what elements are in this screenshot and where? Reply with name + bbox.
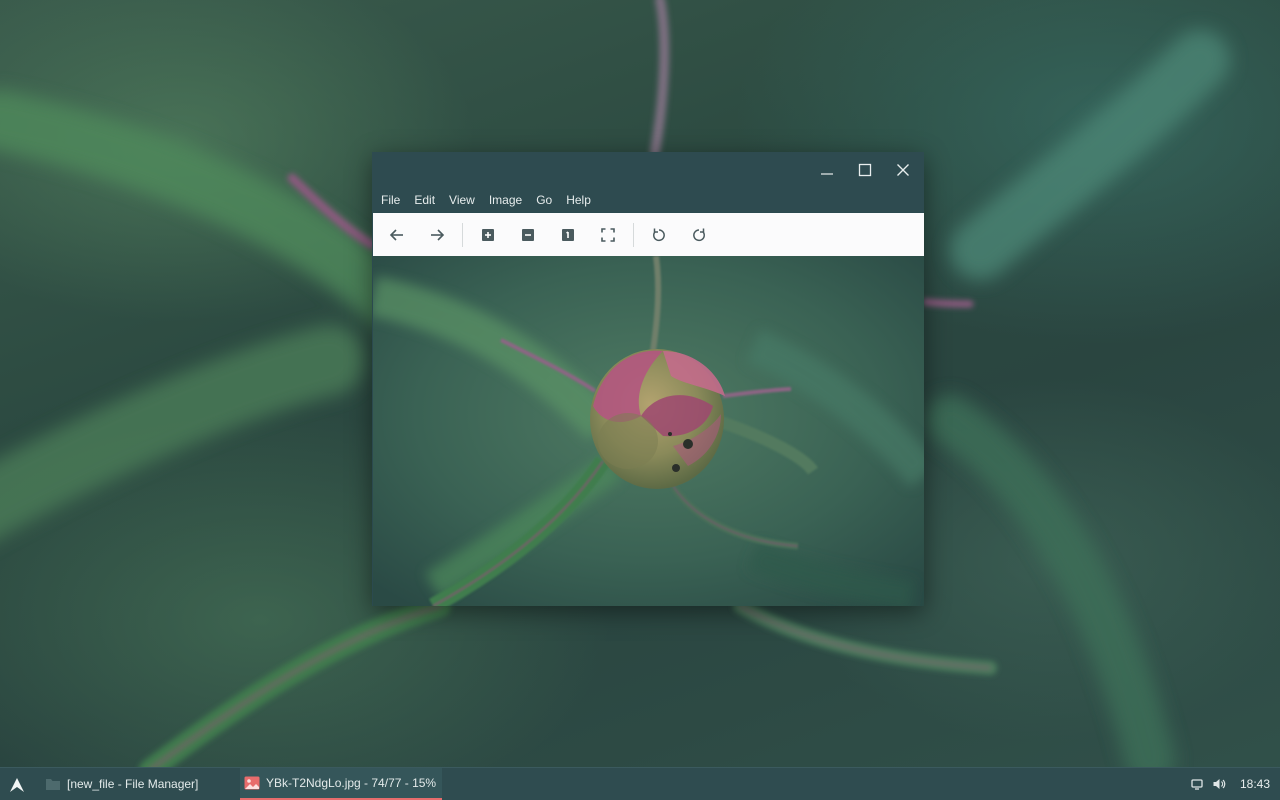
- fit-to-window-button[interactable]: [594, 221, 622, 249]
- taskbar-item-image-viewer[interactable]: YBk-T2NdgLo.jpg - 74/77 - 15%: [240, 768, 442, 800]
- image-file-icon: [244, 776, 260, 790]
- menu-go[interactable]: Go: [529, 188, 559, 212]
- taskbar: [new_file - File Manager] YBk-T2NdgLo.jp…: [0, 767, 1280, 800]
- toolbar: [373, 213, 924, 256]
- display-icon[interactable]: [1190, 777, 1204, 791]
- zoom-out-icon: [522, 228, 534, 241]
- image-canvas[interactable]: [373, 256, 924, 606]
- fit-to-window-icon: [601, 227, 615, 242]
- rotate-right-button[interactable]: [685, 221, 713, 249]
- menu-file[interactable]: File: [374, 188, 407, 212]
- menu-edit[interactable]: Edit: [407, 188, 442, 212]
- taskbar-item-label: [new_file - File Manager]: [67, 777, 199, 791]
- system-tray: 18:43: [1190, 768, 1280, 800]
- image-viewer-window: File Edit View Image Go Help: [372, 152, 924, 606]
- minimize-button[interactable]: [813, 156, 841, 184]
- app-launcher-button[interactable]: [4, 772, 30, 798]
- maximize-button[interactable]: [851, 156, 879, 184]
- toolbar-separator: [633, 222, 634, 247]
- zoom-in-icon: [482, 228, 494, 241]
- close-icon: [897, 164, 909, 176]
- rotate-right-icon: [693, 228, 705, 241]
- rotate-left-button[interactable]: [645, 221, 673, 249]
- taskbar-item-file-manager[interactable]: [new_file - File Manager]: [40, 768, 230, 800]
- clock[interactable]: 18:43: [1240, 777, 1270, 791]
- menu-bar: File Edit View Image Go Help: [372, 188, 924, 212]
- peony-bud: [590, 349, 725, 489]
- maximize-icon: [858, 163, 872, 177]
- back-arrow-icon: [389, 228, 403, 241]
- toolbar-separator: [462, 222, 463, 247]
- folder-icon: [45, 777, 61, 791]
- previous-image-button[interactable]: [383, 221, 411, 249]
- volume-icon[interactable]: [1212, 777, 1226, 791]
- original-size-button[interactable]: [554, 221, 582, 249]
- minimize-icon: [821, 173, 833, 175]
- taskbar-item-label: YBk-T2NdgLo.jpg - 74/77 - 15%: [266, 776, 437, 790]
- desktop: File Edit View Image Go Help [new_file -…: [0, 0, 1280, 800]
- forward-arrow-icon: [431, 228, 445, 241]
- next-image-button[interactable]: [423, 221, 451, 249]
- rotate-left-icon: [653, 228, 665, 241]
- close-button[interactable]: [889, 156, 917, 184]
- zoom-out-button[interactable]: [514, 221, 542, 249]
- window-titlebar[interactable]: [372, 152, 924, 188]
- menu-help[interactable]: Help: [559, 188, 598, 212]
- original-size-icon: [562, 228, 574, 241]
- app-launcher-icon: [10, 778, 24, 792]
- zoom-in-button[interactable]: [474, 221, 502, 249]
- menu-image[interactable]: Image: [482, 188, 529, 212]
- pink-peony-bud-photo: [373, 256, 924, 606]
- menu-view[interactable]: View: [442, 188, 482, 212]
